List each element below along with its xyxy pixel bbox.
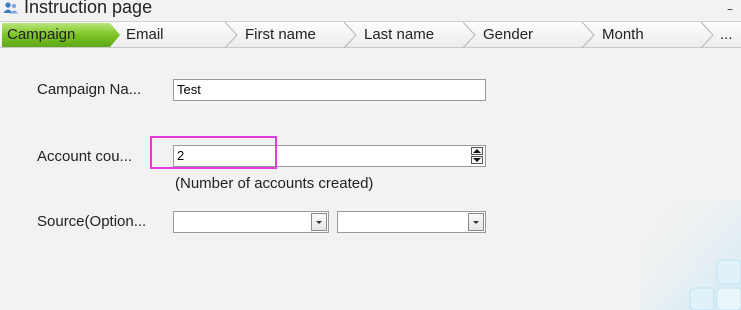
chevron-right-icon [700,22,714,48]
campaign-name-label: Campaign Na... [37,81,142,98]
step-email[interactable]: Email [126,22,164,48]
account-count-stepper[interactable]: 2 [173,145,486,167]
step-gender[interactable]: Gender [483,22,533,48]
form-area: Campaign Na... Test Account cou... 2 (Nu… [0,49,741,310]
users-icon [3,2,18,14]
step-month[interactable]: Month [602,22,644,48]
chevron-right-icon [343,22,357,48]
window-title: Instruction page [24,0,153,17]
triangle-up-icon[interactable] [471,147,483,155]
triangle-down-icon[interactable] [311,213,327,231]
spin-buttons [471,147,483,165]
minimize-icon[interactable]: – [723,2,737,16]
account-count-label: Account cou... [37,148,133,165]
decorative-tiles [640,200,741,310]
step-first-name[interactable]: First name [245,22,316,48]
chevron-right-icon [581,22,595,48]
source-select-1[interactable] [173,211,329,233]
title-bar: Instruction page – [0,0,741,19]
source-select-2[interactable] [337,211,486,233]
step-last-name[interactable]: Last name [364,22,434,48]
account-count-value: 2 [177,148,185,163]
chevron-right-icon [462,22,476,48]
account-count-hint: (Number of accounts created) [175,175,374,192]
campaign-name-field[interactable]: Test [173,79,486,101]
chevron-right-icon [224,22,238,48]
triangle-down-icon[interactable] [471,156,483,164]
wizard-steps: Campaign Email First name Last name Gend… [0,21,741,48]
step-more[interactable]: ... [720,22,733,48]
source-label: Source(Option... [37,213,147,230]
triangle-down-icon[interactable] [468,213,484,231]
step-campaign[interactable]: Campaign [7,22,75,47]
